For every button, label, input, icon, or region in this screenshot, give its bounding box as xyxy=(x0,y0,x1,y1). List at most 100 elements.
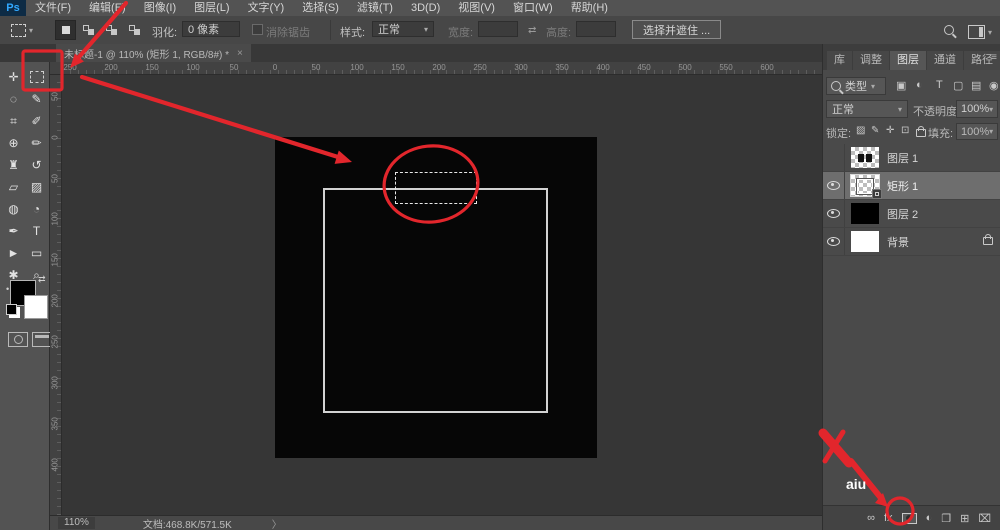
layer-style-button[interactable]: fx xyxy=(884,512,893,524)
crop-tool[interactable]: ⌗ xyxy=(2,110,25,132)
swap-colors-icon[interactable]: ⇄ xyxy=(38,274,46,285)
filter-pixel-layers-icon[interactable]: ▣ xyxy=(896,79,906,92)
lock-all-icon[interactable] xyxy=(916,129,926,137)
filter-type-layers-icon[interactable]: T xyxy=(936,79,943,91)
lock-transparency-icon[interactable]: ▨ xyxy=(856,125,865,136)
visibility-toggle[interactable] xyxy=(823,172,845,199)
add-to-selection-button[interactable] xyxy=(78,20,99,40)
swap-width-height-icon[interactable]: ⇄ xyxy=(528,25,536,36)
canvas-viewport[interactable] xyxy=(62,75,822,515)
subtract-selection-button[interactable] xyxy=(101,20,122,40)
clone-stamp-tool[interactable]: ♜ xyxy=(2,154,25,176)
layer-thumbnail[interactable] xyxy=(851,231,879,252)
canvas-document[interactable] xyxy=(275,137,597,458)
lock-position-icon[interactable]: ✛ xyxy=(886,125,894,136)
new-adjustment-layer-button[interactable]: ◐ xyxy=(926,512,933,524)
brush-tool[interactable]: ✏ xyxy=(25,132,48,154)
opacity-dropdown[interactable]: 100% ▾ xyxy=(956,100,998,118)
menu-filter[interactable]: 滤镜(T) xyxy=(348,0,402,16)
tool-preset-button[interactable]: ▾ xyxy=(8,20,45,40)
filter-shape-layers-icon[interactable]: ▢ xyxy=(953,79,963,92)
lock-paint-icon[interactable]: ✎ xyxy=(871,125,879,136)
layer-name[interactable]: 图层 2 xyxy=(887,206,918,222)
ruler-label: 250 xyxy=(63,63,76,72)
eraser-tool[interactable]: ▱ xyxy=(2,176,25,198)
menu-file[interactable]: 文件(F) xyxy=(26,0,80,16)
menu-select[interactable]: 选择(S) xyxy=(293,0,348,16)
add-layer-mask-button[interactable] xyxy=(902,513,917,524)
background-color-swatch[interactable] xyxy=(24,295,48,319)
dodge-tool[interactable]: ◔ xyxy=(25,198,48,220)
intersect-selection-button[interactable] xyxy=(124,20,145,40)
width-input[interactable] xyxy=(478,21,518,37)
new-selection-button[interactable] xyxy=(55,20,76,40)
move-tool[interactable]: ✛ xyxy=(2,66,25,88)
menu-edit[interactable]: 编辑(E) xyxy=(80,0,135,16)
layer-thumbnail[interactable] xyxy=(851,203,879,224)
height-input[interactable] xyxy=(576,21,616,37)
history-brush-tool[interactable]: ↺ xyxy=(25,154,48,176)
tab-channels[interactable]: 通道 xyxy=(927,51,963,70)
lock-artboard-icon[interactable]: ⊡ xyxy=(901,125,909,136)
new-layer-button[interactable]: ⊞ xyxy=(960,512,969,525)
type-tool[interactable]: T xyxy=(25,220,48,242)
eyedropper-tool[interactable]: ✐ xyxy=(25,110,48,132)
new-group-button[interactable]: ❐ xyxy=(941,512,951,525)
filter-kind-dropdown[interactable]: 类型 ▾ xyxy=(826,77,886,95)
menu-3d[interactable]: 3D(D) xyxy=(402,0,449,16)
layer-thumbnail[interactable] xyxy=(851,147,879,168)
tab-libraries[interactable]: 库 xyxy=(827,51,852,70)
path-selection-tool[interactable]: ► xyxy=(2,242,25,264)
menu-type[interactable]: 文字(Y) xyxy=(239,0,294,16)
layer-row-background[interactable]: 背景 xyxy=(823,228,1000,256)
healing-brush-tool[interactable]: ⊕ xyxy=(2,132,25,154)
default-colors-icon[interactable] xyxy=(6,304,17,315)
pen-tool[interactable]: ✒ xyxy=(2,220,25,242)
delete-layer-button[interactable]: ⌧ xyxy=(978,512,991,525)
status-chevron-icon[interactable]: 〉 xyxy=(272,516,282,530)
visibility-toggle[interactable] xyxy=(823,228,845,255)
white-rectangle-shape xyxy=(323,188,548,413)
visibility-toggle[interactable] xyxy=(823,144,845,171)
marquee-tool[interactable] xyxy=(25,66,48,88)
link-layers-button[interactable]: ∞ xyxy=(867,512,875,524)
blend-mode-dropdown[interactable]: 正常 ▾ xyxy=(826,100,908,118)
feather-input[interactable]: 0 像素 xyxy=(182,21,240,37)
menu-window[interactable]: 窗口(W) xyxy=(504,0,562,16)
visibility-toggle[interactable] xyxy=(823,200,845,227)
search-icon[interactable] xyxy=(944,25,954,35)
menu-image[interactable]: 图像(I) xyxy=(135,0,185,16)
zoom-level-input[interactable]: 110% xyxy=(58,517,95,529)
menu-help[interactable]: 帮助(H) xyxy=(562,0,617,16)
document-tab[interactable]: 未标题-1 @ 110% (矩形 1, RGB/8#) * × xyxy=(56,44,251,62)
layer-name[interactable]: 背景 xyxy=(887,234,909,250)
panel-menu-icon[interactable]: ≡ xyxy=(991,52,997,63)
screen-mode-button[interactable] xyxy=(32,332,52,347)
shape-tool[interactable]: ▭ xyxy=(25,242,48,264)
antialias-checkbox[interactable] xyxy=(252,24,263,35)
ruler-label: 50 xyxy=(51,91,60,103)
quick-selection-tool[interactable]: ✎ xyxy=(25,88,48,110)
layer-name[interactable]: 图层 1 xyxy=(887,150,918,166)
blur-tool[interactable]: ◍ xyxy=(2,198,25,220)
layer-name[interactable]: 矩形 1 xyxy=(887,178,918,194)
quick-mask-button[interactable] xyxy=(8,332,28,347)
fill-dropdown[interactable]: 100% ▾ xyxy=(956,123,998,140)
layer-row-tuceng1[interactable]: 图层 1 xyxy=(823,144,1000,172)
lasso-tool[interactable]: ◌ xyxy=(2,88,25,110)
style-dropdown[interactable]: 正常 ▾ xyxy=(372,21,434,37)
tab-layers[interactable]: 图层 xyxy=(890,51,926,70)
filter-toggle-pin-icon[interactable]: ◉ xyxy=(989,79,999,92)
close-icon[interactable]: × xyxy=(237,48,243,59)
layer-row-tuceng2[interactable]: 图层 2 xyxy=(823,200,1000,228)
tab-adjustments[interactable]: 调整 xyxy=(853,51,889,70)
filter-smart-objects-icon[interactable]: ▤ xyxy=(971,79,981,92)
menu-layer[interactable]: 图层(L) xyxy=(185,0,238,16)
layer-row-juxing1[interactable]: 矩形 1 xyxy=(823,172,1000,200)
layer-thumbnail[interactable] xyxy=(851,175,879,196)
select-and-mask-button[interactable]: 选择并遮住 ... xyxy=(632,20,721,39)
filter-adjustment-layers-icon[interactable]: ◐ xyxy=(916,79,923,91)
menu-view[interactable]: 视图(V) xyxy=(449,0,504,16)
gradient-tool[interactable]: ▨ xyxy=(25,176,48,198)
workspace-switcher-icon[interactable] xyxy=(968,25,985,39)
